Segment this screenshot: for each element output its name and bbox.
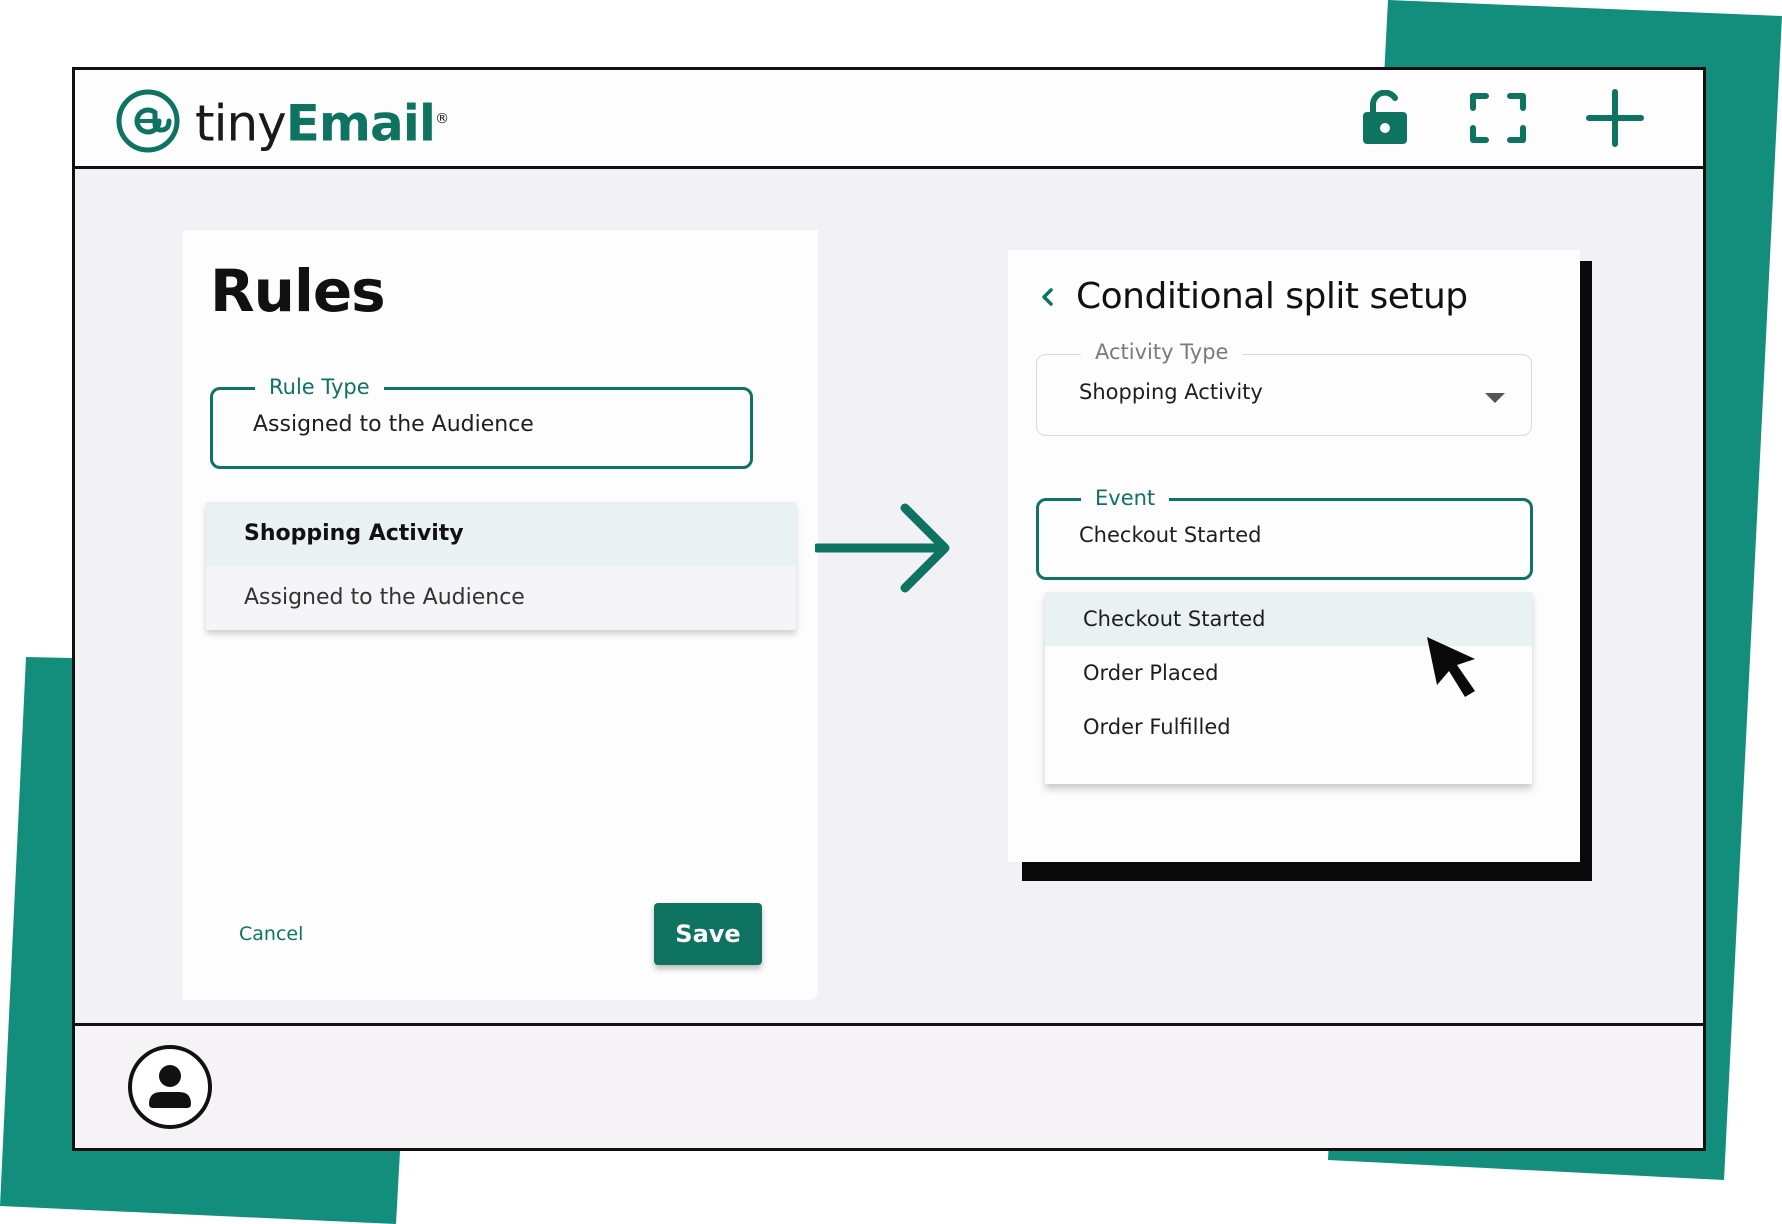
- top-bar: tinyEmail®: [75, 70, 1703, 169]
- chevron-left-icon[interactable]: [1036, 285, 1060, 309]
- rule-type-field[interactable]: Rule Type Assigned to the Audience: [210, 370, 753, 469]
- event-value: Checkout Started: [1079, 523, 1262, 547]
- split-header: Conditional split setup: [1036, 276, 1468, 317]
- stage: tinyEmail® Rules Rule Type Assigned to t…: [0, 0, 1782, 1224]
- event-label: Event: [1081, 481, 1170, 515]
- rule-type-value: Assigned to the Audience: [253, 412, 534, 437]
- rules-card: Rules Rule Type Assigned to the Audience…: [183, 230, 818, 1000]
- at-sign-logo-icon: [116, 89, 180, 153]
- split-title: Conditional split setup: [1076, 276, 1468, 317]
- logo-wordmark: tinyEmail®: [195, 86, 449, 157]
- activity-type-label: Activity Type: [1081, 335, 1243, 369]
- bottom-bar: [75, 1023, 1703, 1148]
- cancel-button[interactable]: Cancel: [239, 923, 303, 945]
- unlock-button[interactable]: [1353, 86, 1417, 150]
- conditional-split-panel: Conditional split setup Activity Type Sh…: [1008, 250, 1580, 862]
- rule-option-assigned-audience[interactable]: Assigned to the Audience: [206, 566, 796, 630]
- activity-type-value: Shopping Activity: [1079, 380, 1263, 404]
- rule-option-shopping-activity[interactable]: Shopping Activity: [206, 502, 796, 566]
- save-button[interactable]: Save: [654, 903, 762, 965]
- fullscreen-icon: [1470, 93, 1526, 143]
- right-arrow-icon: [815, 503, 950, 593]
- event-field[interactable]: Event Checkout Started: [1036, 481, 1533, 580]
- rule-type-label: Rule Type: [255, 370, 384, 404]
- activity-type-select[interactable]: Activity Type Shopping Activity: [1036, 335, 1532, 436]
- app-window: tinyEmail® Rules Rule Type Assigned to t…: [72, 67, 1706, 1151]
- unlock-icon: [1363, 90, 1407, 144]
- logo-email-text: Email: [285, 94, 436, 153]
- tinyemail-logo: tinyEmail®: [115, 86, 449, 157]
- caret-down-icon: [1485, 393, 1505, 403]
- logo-tiny-text: tiny: [195, 94, 287, 153]
- rule-type-dropdown: Shopping Activity Assigned to the Audien…: [206, 502, 796, 630]
- user-avatar-icon[interactable]: [127, 1044, 213, 1130]
- mouse-pointer-icon: [1427, 637, 1475, 697]
- event-option-order-fulfilled[interactable]: Order Fulfilled: [1045, 700, 1532, 754]
- rules-title: Rules: [210, 257, 386, 325]
- add-button[interactable]: [1583, 86, 1647, 150]
- logo-registered-mark: ®: [435, 111, 449, 127]
- fullscreen-button[interactable]: [1466, 86, 1530, 150]
- plus-icon: [1586, 89, 1644, 147]
